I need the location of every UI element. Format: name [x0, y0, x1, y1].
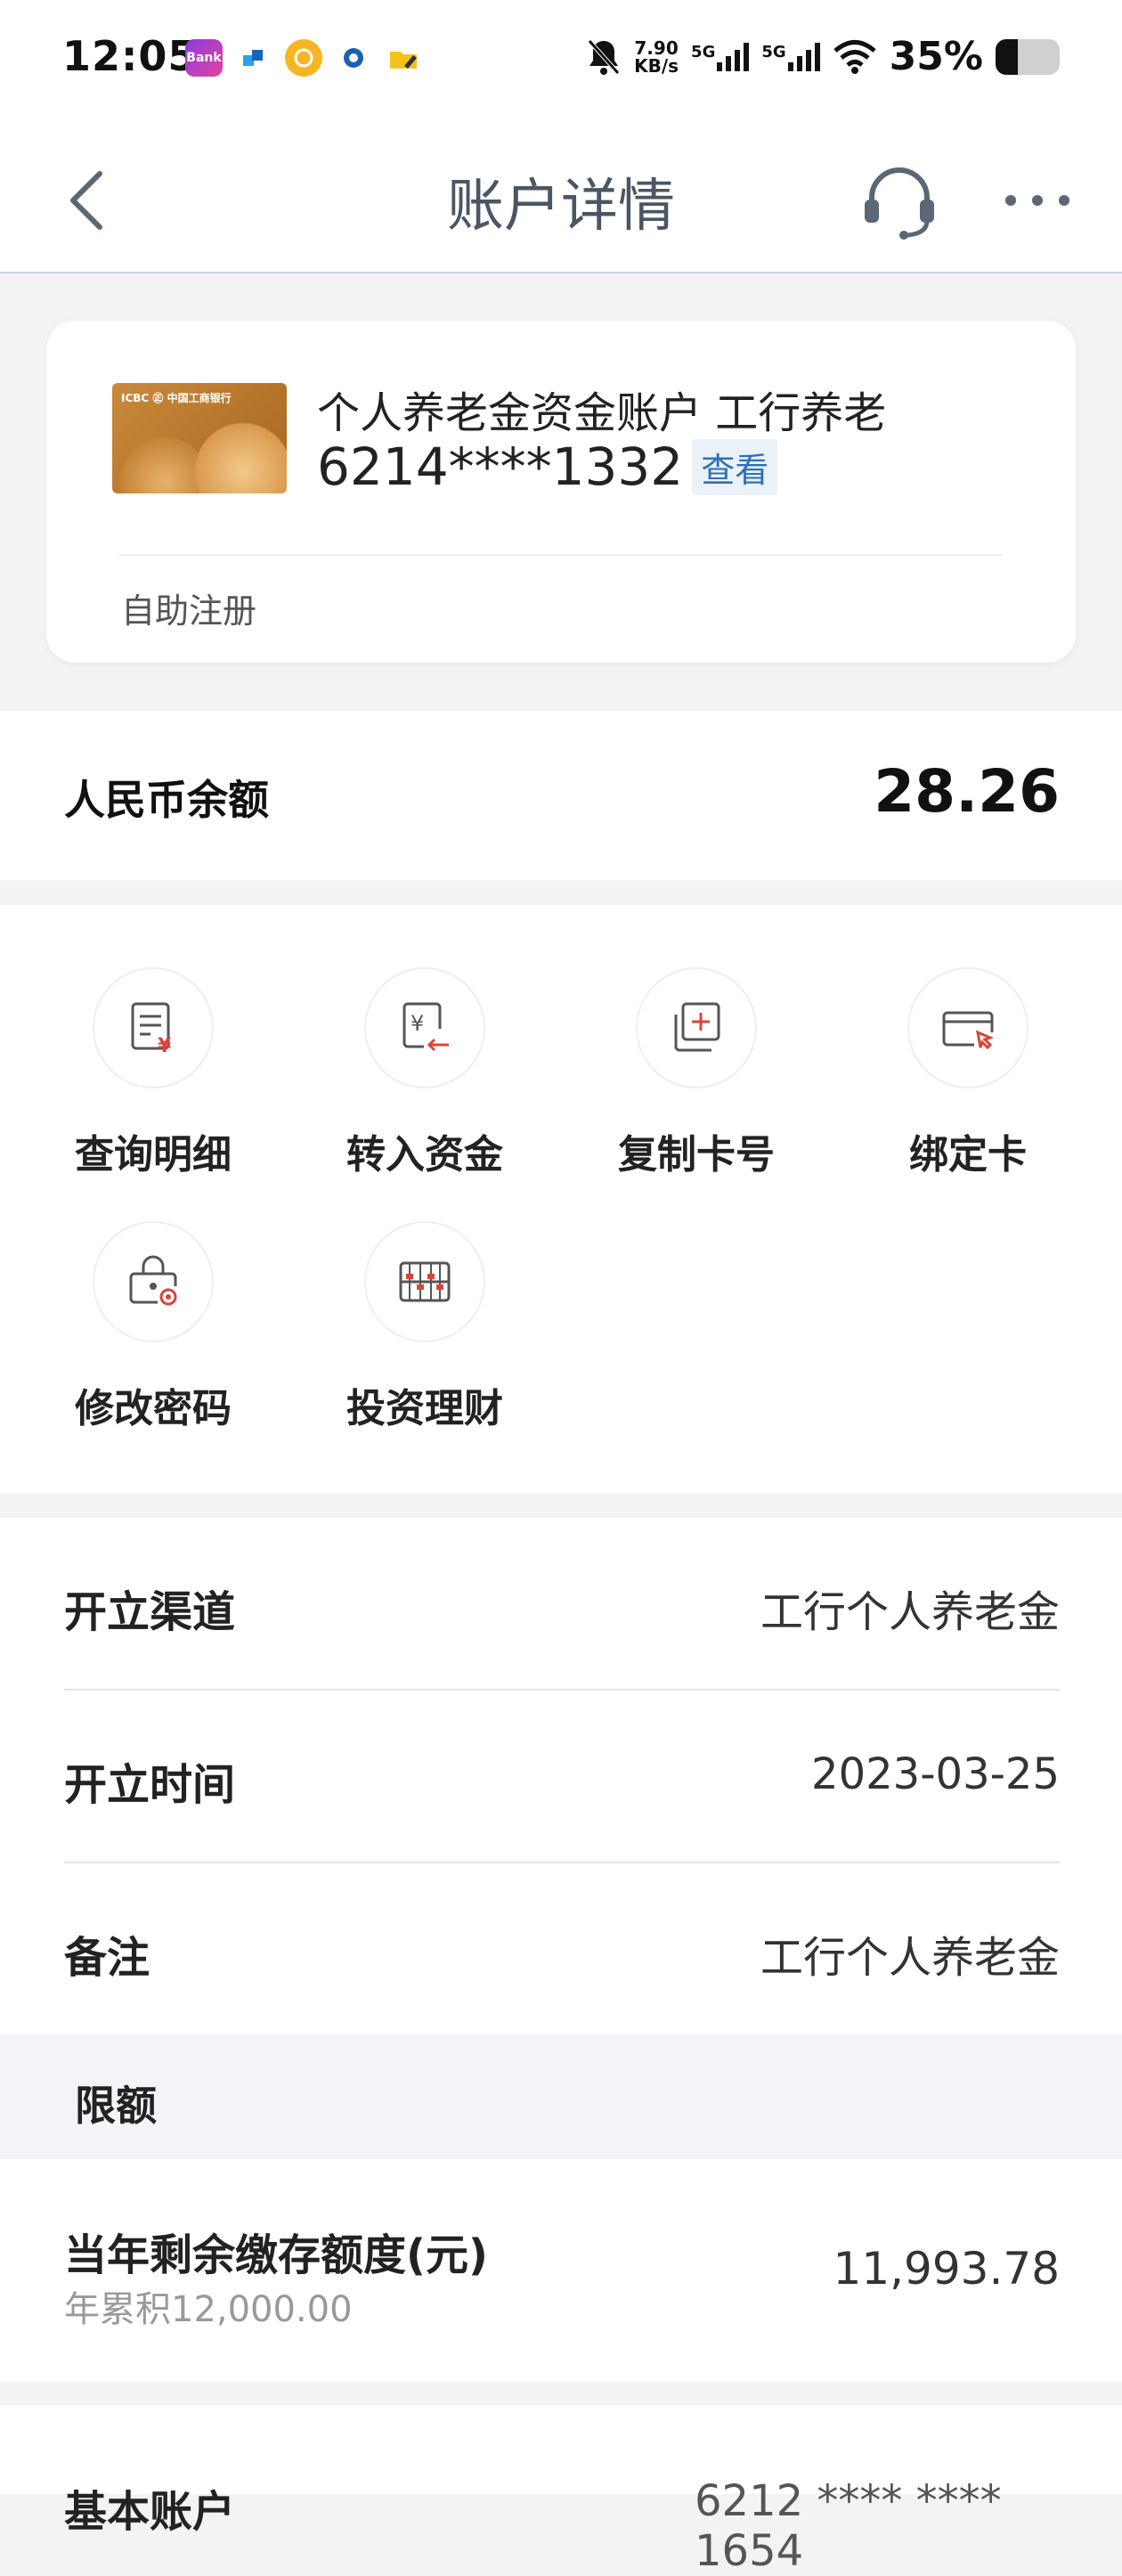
balance-section: 人民币余额 28.26 [0, 711, 1122, 880]
battery-icon [996, 38, 1060, 75]
action-grid: ¥ 查询明细 ¥ 转入资金 复制卡号 绑定卡 修改密码 投资理财 [0, 905, 1122, 1493]
nav-bar: 账户详情 [0, 125, 1122, 273]
info-label: 备注 [64, 1933, 150, 1983]
action-label: 转入资金 [346, 1132, 503, 1178]
transfer-in-icon: ¥ [364, 967, 485, 1088]
action-label: 修改密码 [75, 1386, 232, 1431]
svg-text:¥: ¥ [411, 1011, 424, 1036]
basic-account-label: 基本账户 [64, 2487, 236, 2537]
net-speed-unit: KB/s [634, 54, 679, 77]
bank-app-badge: Bank [186, 51, 222, 65]
balance-label: 人民币余额 [64, 776, 269, 824]
view-card-number-button[interactable]: 查看 [692, 438, 778, 495]
signal-label-1: 5G [691, 42, 716, 61]
basic-account-row: 基本账户 6212 **** **** 1654 [0, 2405, 1122, 2576]
svg-text:¥: ¥ [158, 1035, 172, 1057]
signal-5g-2: 5G [761, 42, 820, 71]
accumulated-quota: 年累积12,000.00 [64, 2289, 353, 2330]
status-bar: 12:05 Bank 7.90 KB/s 5G 5G 35% [0, 0, 1122, 125]
action-label: 复制卡号 [618, 1132, 775, 1178]
battery-percent: 35% [889, 34, 983, 79]
signal-label-2: 5G [761, 42, 786, 61]
notification-icons: Bank [185, 39, 422, 77]
limit-row: 当年剩余缴存额度(元) 年累积12,000.00 11,993.78 [0, 2159, 1122, 2382]
action-label: 查询明细 [75, 1132, 232, 1178]
more-icon[interactable] [1002, 183, 1073, 218]
bank-app-icon: Bank [185, 39, 223, 77]
folder-app-icon [385, 39, 422, 77]
copy-icon [636, 967, 757, 1088]
account-card: ICBC ㊣ 中国工商银行 个人养老金资金账户 工行养老 6214****133… [46, 321, 1076, 663]
blue-app-icon [235, 39, 272, 77]
status-indicators: 7.90 KB/s 5G 5G 35% [586, 34, 1060, 79]
abacus-icon [364, 1221, 485, 1342]
self-register-link[interactable]: 自助注册 [121, 583, 256, 632]
remaining-quota-value: 11,993.78 [833, 2243, 1060, 2295]
balance-value: 28.26 [874, 757, 1060, 826]
card-number: 6214****1332 [317, 436, 684, 497]
action-label: 绑定卡 [909, 1132, 1027, 1178]
account-name: 个人养老金资金账户 工行养老 [317, 388, 887, 438]
net-speed: 7.90 KB/s [634, 39, 679, 75]
customer-service-icon[interactable] [859, 160, 939, 240]
action-copy-card[interactable]: 复制卡号 [594, 967, 799, 1179]
info-row-open-date: 开立时间 2023-03-25 [64, 1691, 1060, 1863]
action-change-password[interactable]: 修改密码 [51, 1221, 256, 1433]
wifi-icon [833, 39, 876, 74]
card-image-logo: ICBC ㊣ 中国工商银行 [121, 392, 232, 404]
orange-app-icon [285, 39, 322, 77]
password-lock-icon [93, 1221, 214, 1342]
action-bind-card[interactable]: 绑定卡 [866, 967, 1070, 1179]
remaining-quota-label: 当年剩余缴存额度(元) [64, 2230, 488, 2280]
net-speed-value: 7.90 [634, 37, 679, 59]
account-info-list: 开立渠道 工行个人养老金 开立时间 2023-03-25 备注 工行个人养老金 [0, 1518, 1122, 2034]
action-label: 投资理财 [346, 1386, 503, 1431]
limit-section-header: 限额 [0, 2034, 1122, 2159]
basic-account-value: 6212 **** **** 1654 [695, 2476, 1002, 2576]
bind-card-icon [907, 967, 1028, 1088]
mute-icon [588, 38, 620, 75]
page-title: 账户详情 [447, 174, 675, 240]
info-value: 工行个人养老金 [760, 1933, 1060, 1983]
limit-title: 限额 [75, 2082, 157, 2130]
info-value: 工行个人养老金 [760, 1587, 1060, 1637]
c-app-icon [335, 39, 372, 77]
info-label: 开立时间 [64, 1760, 236, 1810]
info-row-remark: 备注 工行个人养老金 [64, 1863, 1060, 2036]
card-image: ICBC ㊣ 中国工商银行 [112, 383, 287, 493]
info-label: 开立渠道 [64, 1587, 236, 1637]
info-row-channel: 开立渠道 工行个人养老金 [64, 1518, 1060, 1691]
action-invest[interactable]: 投资理财 [322, 1221, 527, 1433]
card-number-row: 6214****1332 查看 [317, 436, 778, 497]
signal-5g-1: 5G [691, 42, 750, 71]
action-transfer-in[interactable]: ¥ 转入资金 [322, 967, 527, 1179]
card-divider [119, 554, 1003, 556]
action-statement[interactable]: ¥ 查询明细 [51, 967, 256, 1179]
info-value: 2023-03-25 [811, 1749, 1060, 1799]
statement-icon: ¥ [93, 967, 214, 1088]
status-time: 12:05 [62, 32, 198, 80]
